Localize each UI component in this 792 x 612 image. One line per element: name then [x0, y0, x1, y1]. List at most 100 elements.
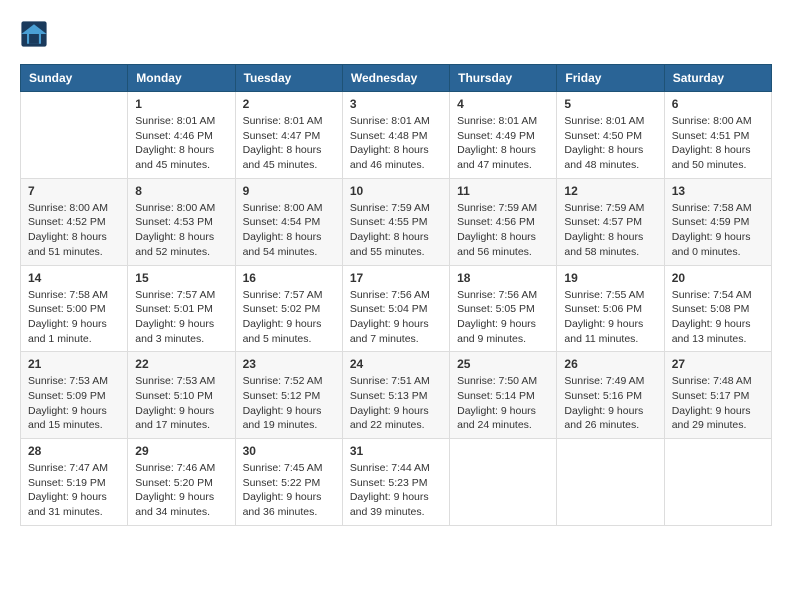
- day-number: 22: [135, 357, 227, 371]
- day-number: 3: [350, 97, 442, 111]
- calendar-cell: 3 Sunrise: 8:01 AMSunset: 4:48 PMDaylight…: [342, 92, 449, 179]
- day-info: Sunrise: 7:59 AMSunset: 4:55 PMDaylight:…: [350, 201, 442, 260]
- page-header: [20, 20, 772, 48]
- day-number: 11: [457, 184, 549, 198]
- calendar-cell: 29 Sunrise: 7:46 AMSunset: 5:20 PMDayligh…: [128, 439, 235, 526]
- calendar-cell: [450, 439, 557, 526]
- calendar-week-row: 14 Sunrise: 7:58 AMSunset: 5:00 PMDayligh…: [21, 265, 772, 352]
- day-number: 17: [350, 271, 442, 285]
- day-info: Sunrise: 7:51 AMSunset: 5:13 PMDaylight:…: [350, 374, 442, 433]
- calendar-cell: 11 Sunrise: 7:59 AMSunset: 4:56 PMDayligh…: [450, 178, 557, 265]
- calendar-cell: [557, 439, 664, 526]
- day-info: Sunrise: 7:59 AMSunset: 4:56 PMDaylight:…: [457, 201, 549, 260]
- calendar-cell: 14 Sunrise: 7:58 AMSunset: 5:00 PMDayligh…: [21, 265, 128, 352]
- day-info: Sunrise: 7:47 AMSunset: 5:19 PMDaylight:…: [28, 461, 120, 520]
- calendar-cell: 7 Sunrise: 8:00 AMSunset: 4:52 PMDaylight…: [21, 178, 128, 265]
- calendar-header: SundayMondayTuesdayWednesdayThursdayFrid…: [21, 65, 772, 92]
- calendar-cell: 27 Sunrise: 7:48 AMSunset: 5:17 PMDayligh…: [664, 352, 771, 439]
- calendar-cell: 19 Sunrise: 7:55 AMSunset: 5:06 PMDayligh…: [557, 265, 664, 352]
- calendar-cell: 15 Sunrise: 7:57 AMSunset: 5:01 PMDayligh…: [128, 265, 235, 352]
- calendar-cell: 6Sunrise: 8:00 AMSunset: 4:51 PMDaylight…: [664, 92, 771, 179]
- calendar-cell: 2 Sunrise: 8:01 AMSunset: 4:47 PMDaylight…: [235, 92, 342, 179]
- calendar-cell: 16Sunrise: 7:57 AMSunset: 5:02 PMDayligh…: [235, 265, 342, 352]
- day-info: Sunrise: 7:59 AMSunset: 4:57 PMDaylight:…: [564, 201, 656, 260]
- day-info: Sunrise: 7:49 AMSunset: 5:16 PMDaylight:…: [564, 374, 656, 433]
- day-info: Sunrise: 7:53 AMSunset: 5:10 PMDaylight:…: [135, 374, 227, 433]
- calendar-cell: 18 Sunrise: 7:56 AMSunset: 5:05 PMDayligh…: [450, 265, 557, 352]
- day-number: 21: [28, 357, 120, 371]
- calendar-cell: [664, 439, 771, 526]
- calendar-cell: 24 Sunrise: 7:51 AMSunset: 5:13 PMDayligh…: [342, 352, 449, 439]
- calendar-week-row: 21 Sunrise: 7:53 AMSunset: 5:09 PMDayligh…: [21, 352, 772, 439]
- day-info: Sunrise: 8:01 AMSunset: 4:50 PMDaylight:…: [564, 114, 656, 173]
- weekday-header: Saturday: [664, 65, 771, 92]
- day-info: Sunrise: 7:46 AMSunset: 5:20 PMDaylight:…: [135, 461, 227, 520]
- day-info: Sunrise: 8:00 AMSunset: 4:54 PMDaylight:…: [243, 201, 335, 260]
- day-info: Sunrise: 7:56 AMSunset: 5:04 PMDaylight:…: [350, 288, 442, 347]
- day-number: 8: [135, 184, 227, 198]
- calendar-cell: 10Sunrise: 7:59 AMSunset: 4:55 PMDayligh…: [342, 178, 449, 265]
- calendar-cell: 22 Sunrise: 7:53 AMSunset: 5:10 PMDayligh…: [128, 352, 235, 439]
- day-number: 25: [457, 357, 549, 371]
- day-info: Sunrise: 8:01 AMSunset: 4:49 PMDaylight:…: [457, 114, 549, 173]
- calendar-cell: 1Sunrise: 8:01 AMSunset: 4:46 PMDaylight…: [128, 92, 235, 179]
- day-number: 26: [564, 357, 656, 371]
- day-number: 16: [243, 271, 335, 285]
- day-info: Sunrise: 8:00 AMSunset: 4:52 PMDaylight:…: [28, 201, 120, 260]
- calendar-cell: 21 Sunrise: 7:53 AMSunset: 5:09 PMDayligh…: [21, 352, 128, 439]
- day-info: Sunrise: 7:54 AMSunset: 5:08 PMDaylight:…: [672, 288, 764, 347]
- day-number: 31: [350, 444, 442, 458]
- weekday-header: Wednesday: [342, 65, 449, 92]
- calendar-cell: 9 Sunrise: 8:00 AMSunset: 4:54 PMDaylight…: [235, 178, 342, 265]
- day-info: Sunrise: 8:01 AMSunset: 4:48 PMDaylight:…: [350, 114, 442, 173]
- day-number: 28: [28, 444, 120, 458]
- day-info: Sunrise: 8:01 AMSunset: 4:47 PMDaylight:…: [243, 114, 335, 173]
- day-number: 24: [350, 357, 442, 371]
- day-number: 20: [672, 271, 764, 285]
- calendar-body: 1Sunrise: 8:01 AMSunset: 4:46 PMDaylight…: [21, 92, 772, 526]
- calendar-cell: 4 Sunrise: 8:01 AMSunset: 4:49 PMDaylight…: [450, 92, 557, 179]
- calendar-cell: 20 Sunrise: 7:54 AMSunset: 5:08 PMDayligh…: [664, 265, 771, 352]
- day-number: 27: [672, 357, 764, 371]
- day-number: 2: [243, 97, 335, 111]
- weekday-header: Monday: [128, 65, 235, 92]
- day-info: Sunrise: 7:56 AMSunset: 5:05 PMDaylight:…: [457, 288, 549, 347]
- day-number: 15: [135, 271, 227, 285]
- day-number: 12: [564, 184, 656, 198]
- calendar-cell: 13Sunrise: 7:58 AMSunset: 4:59 PMDayligh…: [664, 178, 771, 265]
- calendar-cell: 17 Sunrise: 7:56 AMSunset: 5:04 PMDayligh…: [342, 265, 449, 352]
- calendar-cell: 8Sunrise: 8:00 AMSunset: 4:53 PMDaylight…: [128, 178, 235, 265]
- day-info: Sunrise: 7:58 AMSunset: 4:59 PMDaylight:…: [672, 201, 764, 260]
- day-number: 30: [243, 444, 335, 458]
- day-number: 23: [243, 357, 335, 371]
- logo-icon: [20, 20, 48, 48]
- day-number: 9: [243, 184, 335, 198]
- day-info: Sunrise: 7:57 AMSunset: 5:01 PMDaylight:…: [135, 288, 227, 347]
- calendar-cell: 12 Sunrise: 7:59 AMSunset: 4:57 PMDayligh…: [557, 178, 664, 265]
- weekday-header: Sunday: [21, 65, 128, 92]
- day-number: 5: [564, 97, 656, 111]
- day-info: Sunrise: 7:53 AMSunset: 5:09 PMDaylight:…: [28, 374, 120, 433]
- day-number: 4: [457, 97, 549, 111]
- day-info: Sunrise: 7:55 AMSunset: 5:06 PMDaylight:…: [564, 288, 656, 347]
- day-number: 19: [564, 271, 656, 285]
- calendar-cell: 30 Sunrise: 7:45 AMSunset: 5:22 PMDayligh…: [235, 439, 342, 526]
- calendar-cell: 5 Sunrise: 8:01 AMSunset: 4:50 PMDaylight…: [557, 92, 664, 179]
- day-info: Sunrise: 7:58 AMSunset: 5:00 PMDaylight:…: [28, 288, 120, 347]
- calendar-week-row: 28 Sunrise: 7:47 AMSunset: 5:19 PMDayligh…: [21, 439, 772, 526]
- calendar-table: SundayMondayTuesdayWednesdayThursdayFrid…: [20, 64, 772, 526]
- day-info: Sunrise: 7:44 AMSunset: 5:23 PMDaylight:…: [350, 461, 442, 520]
- calendar-cell: 28 Sunrise: 7:47 AMSunset: 5:19 PMDayligh…: [21, 439, 128, 526]
- day-number: 7: [28, 184, 120, 198]
- calendar-cell: 26 Sunrise: 7:49 AMSunset: 5:16 PMDayligh…: [557, 352, 664, 439]
- weekday-header: Tuesday: [235, 65, 342, 92]
- day-number: 18: [457, 271, 549, 285]
- calendar-week-row: 1Sunrise: 8:01 AMSunset: 4:46 PMDaylight…: [21, 92, 772, 179]
- day-info: Sunrise: 7:45 AMSunset: 5:22 PMDaylight:…: [243, 461, 335, 520]
- day-info: Sunrise: 8:01 AMSunset: 4:46 PMDaylight:…: [135, 114, 227, 173]
- day-info: Sunrise: 7:48 AMSunset: 5:17 PMDaylight:…: [672, 374, 764, 433]
- weekday-header: Friday: [557, 65, 664, 92]
- day-number: 14: [28, 271, 120, 285]
- day-number: 29: [135, 444, 227, 458]
- day-info: Sunrise: 7:52 AMSunset: 5:12 PMDaylight:…: [243, 374, 335, 433]
